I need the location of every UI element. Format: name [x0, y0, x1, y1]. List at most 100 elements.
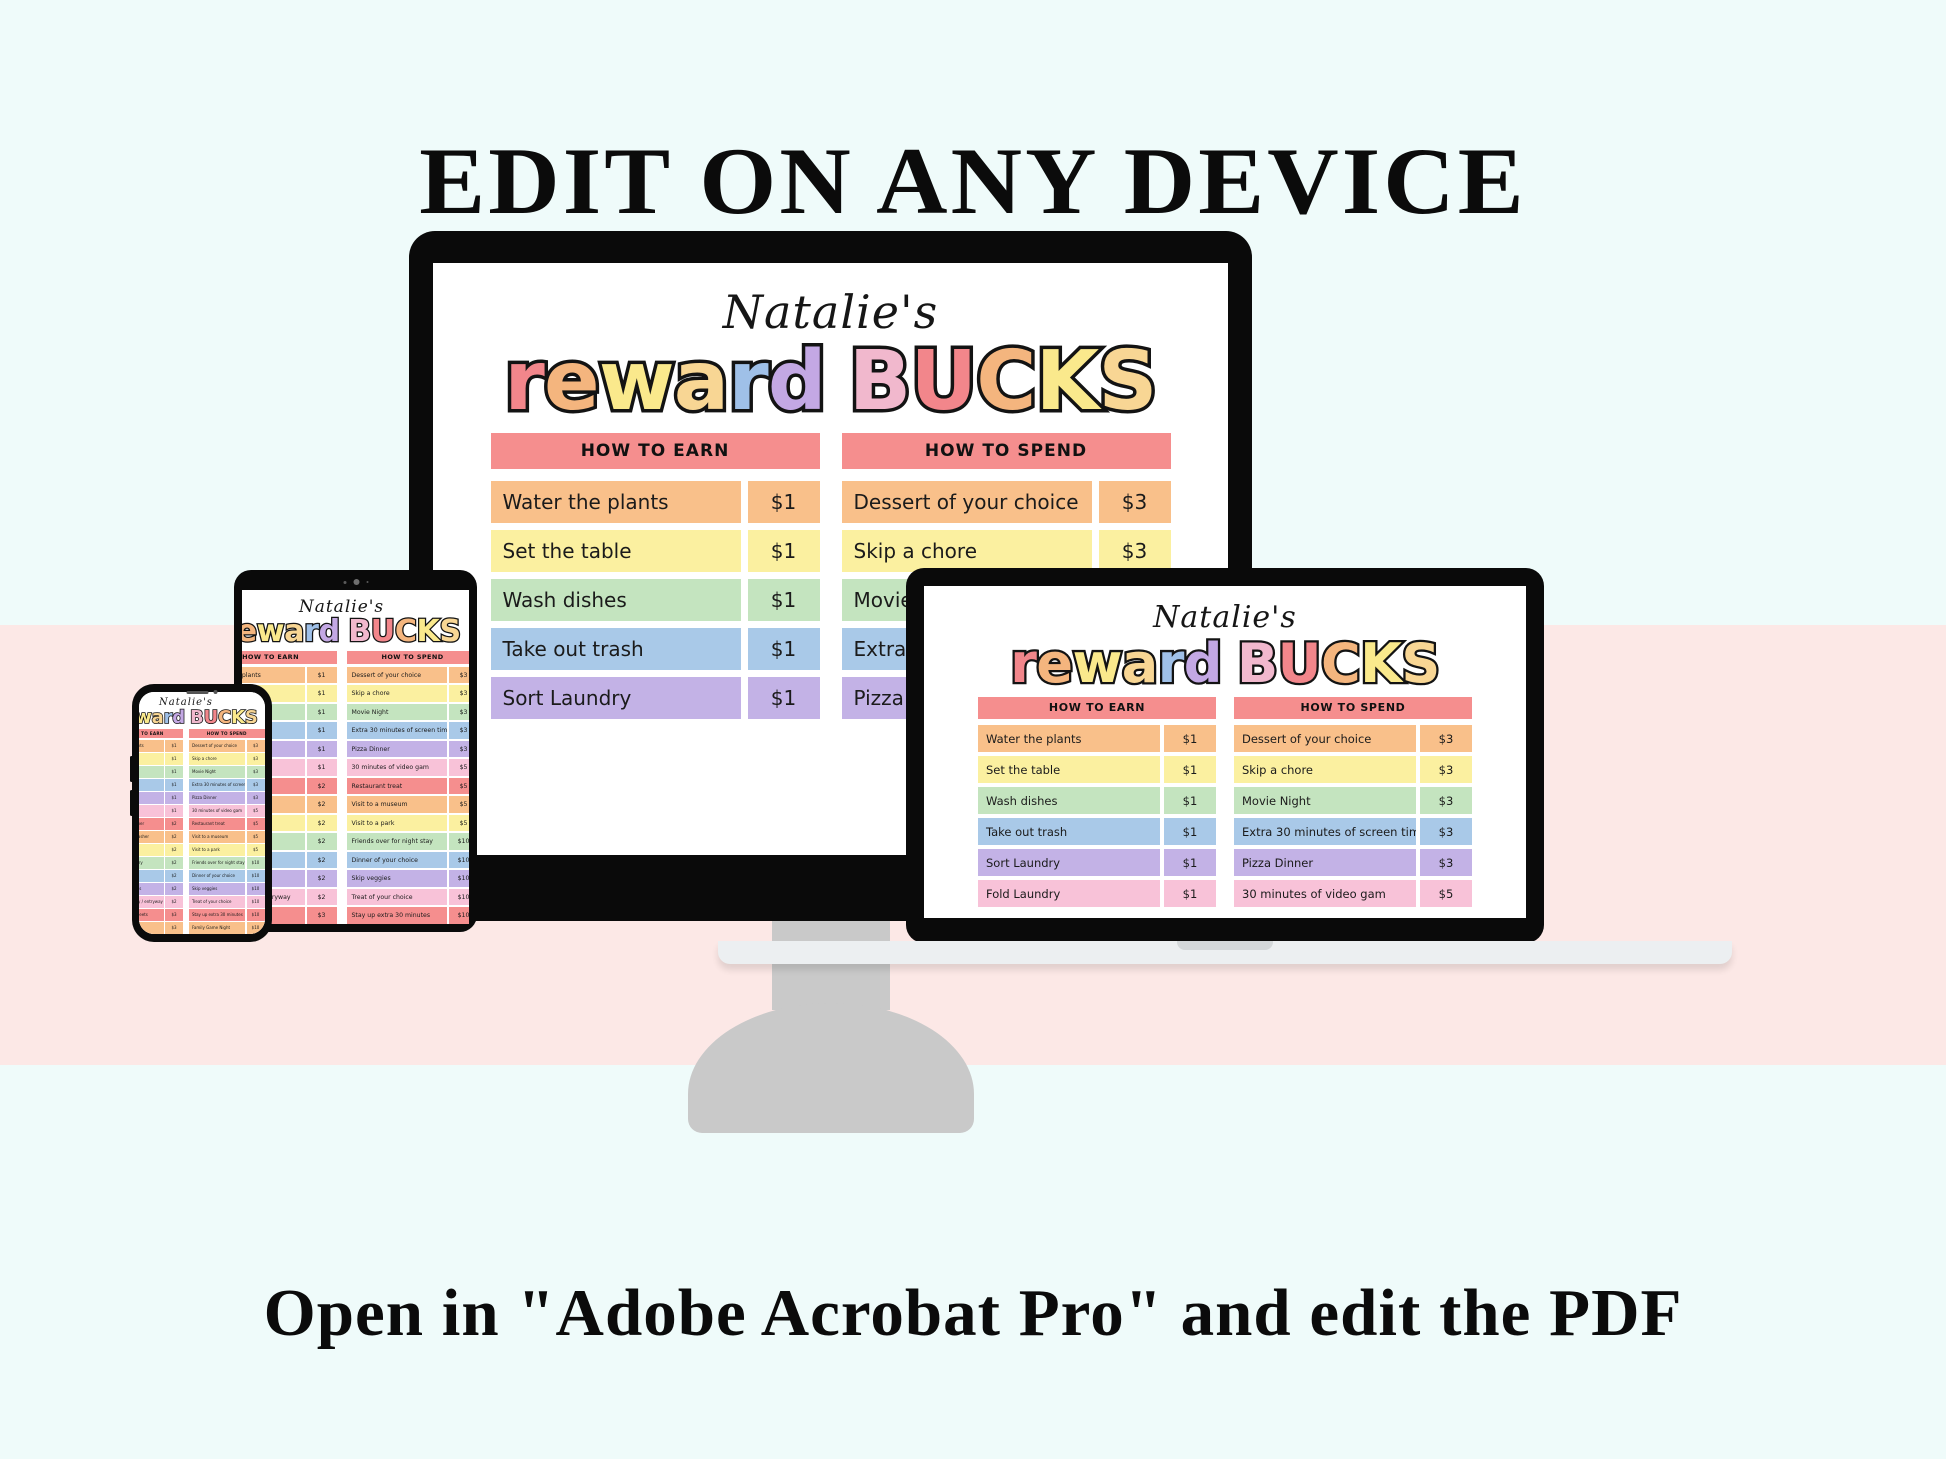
table-cell-value[interactable]: $3	[246, 766, 265, 778]
table-cell-value[interactable]: $5	[1420, 880, 1472, 908]
table-cell-task[interactable]: Set the table	[139, 753, 164, 765]
table-cell-value[interactable]: $3	[1098, 480, 1171, 523]
table-cell-value[interactable]: $2	[306, 833, 337, 850]
table-cell-task[interactable]: Dessert of your choice	[1234, 725, 1416, 753]
table-cell-task[interactable]: Stay up extra 30 minutes	[189, 909, 245, 921]
table-cell-value[interactable]: $3	[448, 740, 469, 758]
table-cell-value[interactable]: $3	[1420, 818, 1472, 846]
table-cell-task[interactable]: Sort Laundry	[139, 792, 164, 804]
table-cell-value[interactable]: $2	[165, 818, 183, 830]
table-cell-task[interactable]: Organize shoes	[139, 883, 164, 895]
tablet-screen[interactable]: Natalie'srewardBUCKSHOW TO EARNWater the…	[242, 590, 469, 924]
table-cell-value[interactable]: $3	[246, 779, 265, 791]
table-cell-value[interactable]: $1	[1164, 818, 1216, 846]
table-cell-value[interactable]: $2	[165, 831, 183, 843]
table-cell-value[interactable]: $10	[246, 909, 265, 921]
table-cell-task[interactable]: 30 minutes of video gam	[1234, 880, 1416, 908]
table-cell-task[interactable]: Wash dishes	[978, 787, 1160, 815]
table-cell-value[interactable]: $1	[165, 740, 183, 752]
table-cell-task[interactable]: Skip a chore	[841, 529, 1092, 572]
table-cell-value[interactable]: $5	[448, 814, 469, 832]
table-cell-task[interactable]: Visit to a museum	[189, 831, 245, 843]
table-cell-task[interactable]: Visit to a park	[346, 814, 447, 832]
table-cell-value[interactable]: $1	[1164, 756, 1216, 784]
table-cell-task[interactable]: Water the plants	[242, 666, 305, 684]
table-cell-task[interactable]: Water the plants	[490, 480, 741, 523]
table-cell-value[interactable]: $1	[747, 529, 820, 572]
table-cell-value[interactable]: $2	[165, 883, 183, 895]
table-cell-value[interactable]: $10	[246, 896, 265, 908]
table-cell-task[interactable]: Wash dishes	[139, 766, 164, 778]
table-cell-value[interactable]: $1	[747, 676, 820, 719]
table-cell-value[interactable]: $3	[246, 753, 265, 765]
table-cell-task[interactable]: Visit to a park	[189, 844, 245, 856]
table-cell-value[interactable]: $3	[1420, 849, 1472, 877]
table-cell-value[interactable]: $3	[1098, 529, 1171, 572]
table-cell-value[interactable]: $5	[448, 759, 469, 776]
table-cell-task[interactable]: Change bedsheets	[139, 909, 164, 921]
table-cell-task[interactable]: Sort Laundry	[490, 676, 741, 719]
table-cell-task[interactable]: Sweep hallway / entryway	[139, 896, 164, 908]
table-cell-value[interactable]: $3	[448, 685, 469, 702]
table-cell-value[interactable]: $1	[306, 722, 337, 739]
table-cell-value[interactable]: $3	[448, 722, 469, 739]
table-cell-task[interactable]: Set the table	[978, 756, 1160, 784]
table-cell-value[interactable]: $2	[306, 814, 337, 832]
table-cell-task[interactable]: Movie Night	[346, 703, 447, 721]
table-cell-value[interactable]: $5	[246, 844, 265, 856]
table-cell-task[interactable]: Take out trash	[490, 627, 741, 670]
table-cell-value[interactable]: $10	[246, 857, 265, 869]
table-cell-task[interactable]: Fold Laundry	[978, 880, 1160, 908]
table-cell-task[interactable]: Walk the dog	[139, 922, 164, 934]
table-cell-task[interactable]: Pizza Dinner	[1234, 849, 1416, 877]
table-cell-value[interactable]: $10	[448, 907, 469, 924]
table-cell-task[interactable]: Extra 30 minutes of screen time	[189, 779, 245, 791]
table-cell-task[interactable]: 30 minutes of video gam	[346, 759, 447, 776]
table-cell-task[interactable]: Pizza Dinner	[189, 792, 245, 804]
table-cell-value[interactable]: $2	[306, 777, 337, 795]
table-cell-value[interactable]: $2	[165, 896, 183, 908]
table-cell-task[interactable]: Skip a chore	[189, 753, 245, 765]
table-cell-value[interactable]: $3	[165, 922, 183, 934]
table-cell-task[interactable]: Sort Laundry	[978, 849, 1160, 877]
table-cell-task[interactable]: Dessert of your choice	[346, 666, 447, 684]
table-cell-task[interactable]: Dessert of your choice	[189, 740, 245, 752]
table-cell-value[interactable]: $1	[165, 805, 183, 817]
table-cell-task[interactable]: Dinner of your choice	[189, 870, 245, 882]
table-cell-value[interactable]: $1	[747, 578, 820, 621]
table-cell-task[interactable]: Dinner of your choice	[346, 851, 447, 869]
table-cell-task[interactable]: Set the table	[490, 529, 741, 572]
table-cell-task[interactable]: Family Game Night	[189, 922, 245, 934]
table-cell-task[interactable]: Friends over for night stay	[346, 833, 447, 850]
table-cell-value[interactable]: $2	[165, 857, 183, 869]
table-cell-value[interactable]: $5	[246, 818, 265, 830]
table-cell-task[interactable]: Load dishwasher	[139, 818, 164, 830]
table-cell-value[interactable]: $5	[448, 777, 469, 795]
table-cell-task[interactable]: Skip a chore	[1234, 756, 1416, 784]
table-cell-value[interactable]: $1	[306, 666, 337, 684]
table-cell-value[interactable]: $1	[165, 792, 183, 804]
table-cell-task[interactable]: Water the plants	[978, 725, 1160, 753]
table-cell-value[interactable]: $2	[165, 844, 183, 856]
table-cell-value[interactable]: $1	[306, 703, 337, 721]
table-cell-value[interactable]: $1	[747, 480, 820, 523]
table-cell-task[interactable]: Put away toys	[139, 870, 164, 882]
table-cell-task[interactable]: Extra 30 minutes of screen time	[346, 722, 447, 739]
phone-volume-button[interactable]	[130, 756, 133, 782]
table-cell-value[interactable]: $3	[246, 740, 265, 752]
table-cell-value[interactable]: $1	[747, 627, 820, 670]
table-cell-value[interactable]: $1	[306, 740, 337, 758]
table-cell-value[interactable]: $10	[246, 883, 265, 895]
table-cell-task[interactable]: Pizza Dinner	[346, 740, 447, 758]
table-cell-task[interactable]: Treat of your choice	[189, 896, 245, 908]
table-cell-value[interactable]: $5	[246, 831, 265, 843]
table-cell-task[interactable]: Treat of your choice	[346, 888, 447, 906]
table-cell-value[interactable]: $10	[448, 833, 469, 850]
table-cell-value[interactable]: $3	[1420, 756, 1472, 784]
table-cell-value[interactable]: $10	[448, 888, 469, 906]
table-cell-value[interactable]: $1	[165, 766, 183, 778]
table-cell-value[interactable]: $10	[246, 870, 265, 882]
table-cell-value[interactable]: $3	[448, 703, 469, 721]
table-cell-task[interactable]: 30 minutes of video gam	[189, 805, 245, 817]
table-cell-value[interactable]: $1	[1164, 787, 1216, 815]
